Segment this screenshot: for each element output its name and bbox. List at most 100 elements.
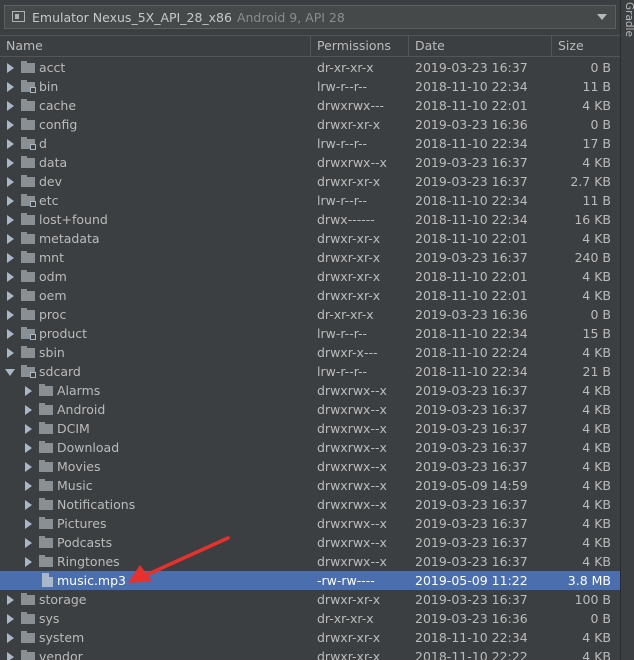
- row-permissions: drwxr-xr-x: [317, 649, 381, 660]
- chevron-right-icon[interactable]: [7, 310, 14, 320]
- folder-icon: [39, 517, 53, 529]
- row-name: Alarms: [57, 383, 101, 398]
- row-name: data: [39, 155, 68, 170]
- table-row[interactable]: storage drwxr-xr-x 2019-03-23 16:37 100 B: [0, 590, 620, 609]
- table-row[interactable]: etc lrw-r--r-- 2018-11-10 22:34 11 B: [0, 191, 620, 210]
- row-name: oem: [39, 288, 67, 303]
- chevron-right-icon[interactable]: [7, 82, 14, 92]
- row-permissions: drwxr-xr-x: [317, 269, 381, 284]
- row-date: 2018-11-10 22:34: [415, 212, 528, 227]
- table-row[interactable]: dev drwxr-xr-x 2019-03-23 16:37 2.7 KB: [0, 172, 620, 191]
- table-row[interactable]: Pictures drwxrwx--x 2019-03-23 16:37 4 KB: [0, 514, 620, 533]
- chevron-right-icon[interactable]: [25, 481, 32, 491]
- chevron-right-icon[interactable]: [25, 443, 32, 453]
- chevron-right-icon[interactable]: [25, 462, 32, 472]
- table-row[interactable]: Podcasts drwxrwx--x 2019-03-23 16:37 4 KB: [0, 533, 620, 552]
- row-permissions: drwx------: [317, 212, 375, 227]
- table-row[interactable]: Android drwxrwx--x 2019-03-23 16:37 4 KB: [0, 400, 620, 419]
- row-permissions: drwxr-xr-x: [317, 231, 381, 246]
- table-row[interactable]: product lrw-r--r-- 2018-11-10 22:34 15 B: [0, 324, 620, 343]
- row-name: d: [39, 136, 47, 151]
- table-row[interactable]: lost+found drwx------ 2018-11-10 22:34 16 K…: [0, 210, 620, 229]
- chevron-right-icon[interactable]: [25, 405, 32, 415]
- chevron-right-icon[interactable]: [25, 519, 32, 529]
- folder-icon: [39, 384, 53, 396]
- column-name[interactable]: Name: [0, 36, 310, 56]
- chevron-right-icon[interactable]: [7, 63, 14, 73]
- table-row[interactable]: sbin drwxr-x--- 2018-11-10 22:24 4 KB: [0, 343, 620, 362]
- column-permissions[interactable]: Permissions: [310, 36, 408, 56]
- table-row[interactable]: Movies drwxrwx--x 2019-03-23 16:37 4 KB: [0, 457, 620, 476]
- chevron-right-icon[interactable]: [7, 595, 14, 605]
- row-name: odm: [39, 269, 67, 284]
- table-row[interactable]: d lrw-r--r-- 2018-11-10 22:34 17 B: [0, 134, 620, 153]
- table-row[interactable]: metadata drwxr-xr-x 2018-11-10 22:01 4 KB: [0, 229, 620, 248]
- table-row[interactable]: sys dr-xr-xr-x 2019-03-23 16:36 0 B: [0, 609, 620, 628]
- chevron-down-icon[interactable]: [5, 369, 15, 376]
- chevron-right-icon[interactable]: [25, 557, 32, 567]
- folder-icon: [39, 422, 53, 434]
- row-size: 4 KB: [582, 288, 611, 303]
- folder-link-icon: [21, 80, 36, 93]
- chevron-right-icon[interactable]: [7, 633, 14, 643]
- chevron-right-icon[interactable]: [7, 291, 14, 301]
- row-permissions: -rw-rw----: [317, 573, 375, 588]
- table-row[interactable]: DCIM drwxrwx--x 2019-03-23 16:37 4 KB: [0, 419, 620, 438]
- row-permissions: drwxrwx--x: [317, 516, 387, 531]
- chevron-right-icon[interactable]: [25, 424, 32, 434]
- row-name: Android: [57, 402, 106, 417]
- table-row[interactable]: cache drwxrwx--- 2018-11-10 22:01 4 KB: [0, 96, 620, 115]
- table-row[interactable]: data drwxrwx--x 2019-03-23 16:37 4 KB: [0, 153, 620, 172]
- chevron-right-icon[interactable]: [7, 177, 14, 187]
- table-row[interactable]: Notifications drwxrwx--x 2019-03-23 16:37 4…: [0, 495, 620, 514]
- folder-icon: [21, 346, 35, 358]
- table-row[interactable]: odm drwxr-xr-x 2018-11-10 22:01 4 KB: [0, 267, 620, 286]
- chevron-right-icon[interactable]: [25, 538, 32, 548]
- row-date: 2018-11-10 22:24: [415, 345, 528, 360]
- row-date: 2019-03-23 16:36: [415, 611, 528, 626]
- table-row[interactable]: proc dr-xr-xr-x 2019-03-23 16:36 0 B: [0, 305, 620, 324]
- gradle-side-tab[interactable]: Gradle: [620, 0, 634, 660]
- table-row[interactable]: oem drwxr-xr-x 2018-11-10 22:01 4 KB: [0, 286, 620, 305]
- chevron-right-icon[interactable]: [25, 386, 32, 396]
- row-name: proc: [39, 307, 67, 322]
- table-row[interactable]: mnt drwxr-xr-x 2019-03-23 16:37 240 B: [0, 248, 620, 267]
- chevron-right-icon[interactable]: [7, 101, 14, 111]
- column-date[interactable]: Date: [408, 36, 551, 56]
- row-date: 2018-11-10 22:01: [415, 288, 528, 303]
- table-row[interactable]: music.mp3 -rw-rw---- 2019-05-09 11:22 3.8 M…: [0, 571, 620, 590]
- chevron-right-icon[interactable]: [7, 120, 14, 130]
- table-row[interactable]: sdcard lrw-r--r-- 2018-11-10 22:34 21 B: [0, 362, 620, 381]
- chevron-right-icon[interactable]: [7, 215, 14, 225]
- column-size[interactable]: Size: [551, 36, 620, 56]
- chevron-right-icon[interactable]: [7, 253, 14, 263]
- folder-icon: [21, 61, 35, 73]
- chevron-right-icon[interactable]: [7, 652, 14, 660]
- table-row[interactable]: system drwxr-xr-x 2018-11-10 22:34 4 KB: [0, 628, 620, 647]
- table-row[interactable]: bin lrw-r--r-- 2018-11-10 22:34 11 B: [0, 77, 620, 96]
- row-permissions: drwxrwx--x: [317, 497, 387, 512]
- chevron-right-icon[interactable]: [7, 348, 14, 358]
- table-row[interactable]: vendor drwxr-xr-x 2018-11-10 22:22 4 KB: [0, 647, 620, 660]
- folder-icon: [39, 441, 53, 453]
- chevron-right-icon[interactable]: [7, 329, 14, 339]
- table-row[interactable]: Alarms drwxrwx--x 2019-03-23 16:37 4 KB: [0, 381, 620, 400]
- table-row[interactable]: Music drwxrwx--x 2019-05-09 14:59 4 KB: [0, 476, 620, 495]
- row-date: 2019-03-23 16:37: [415, 402, 528, 417]
- table-row[interactable]: Download drwxrwx--x 2019-03-23 16:37 4 KB: [0, 438, 620, 457]
- chevron-right-icon[interactable]: [7, 234, 14, 244]
- chevron-right-icon[interactable]: [7, 196, 14, 206]
- row-size: 0 B: [590, 307, 611, 322]
- table-row[interactable]: Ringtones drwxrwx--x 2019-03-23 16:37 4 KB: [0, 552, 620, 571]
- chevron-right-icon[interactable]: [7, 614, 14, 624]
- device-selector[interactable]: Emulator Nexus_5X_API_28_x86 Android 9, …: [4, 5, 616, 29]
- chevron-right-icon[interactable]: [7, 139, 14, 149]
- table-row[interactable]: config drwxr-xr-x 2019-03-23 16:36 0 B: [0, 115, 620, 134]
- chevron-right-icon[interactable]: [25, 500, 32, 510]
- folder-link-icon: [21, 194, 36, 207]
- chevron-right-icon[interactable]: [7, 272, 14, 282]
- chevron-right-icon[interactable]: [7, 158, 14, 168]
- chevron-down-icon[interactable]: [597, 14, 607, 20]
- folder-icon: [21, 175, 35, 187]
- table-row[interactable]: acct dr-xr-xr-x 2019-03-23 16:37 0 B: [0, 58, 620, 77]
